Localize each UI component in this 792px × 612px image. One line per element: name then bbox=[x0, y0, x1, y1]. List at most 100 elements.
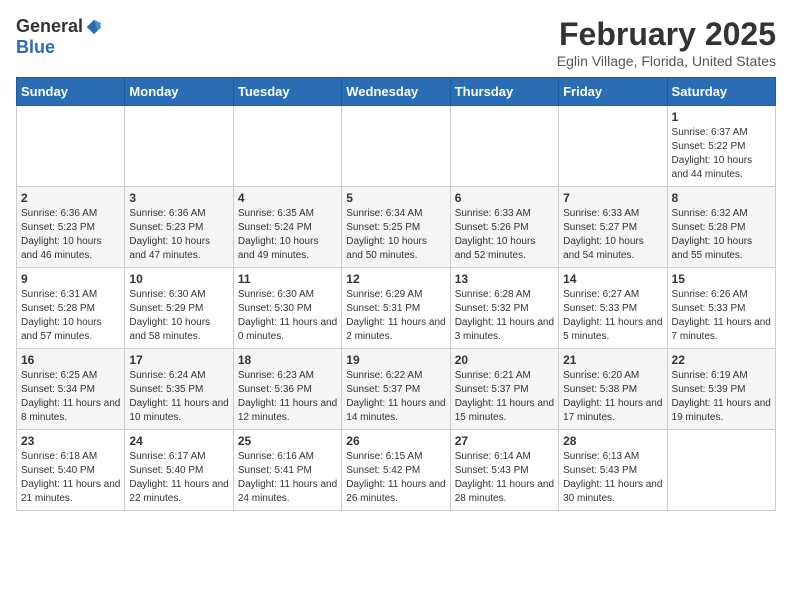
day-info: Sunrise: 6:27 AM Sunset: 5:33 PM Dayligh… bbox=[563, 288, 662, 344]
day-info: Sunrise: 6:21 AM Sunset: 5:37 PM Dayligh… bbox=[455, 369, 554, 425]
logo: General Blue bbox=[16, 16, 103, 58]
day-number: 3 bbox=[129, 191, 228, 205]
calendar-week-row: 9 Sunrise: 6:31 AM Sunset: 5:28 PM Daylig… bbox=[17, 268, 776, 349]
day-number: 23 bbox=[21, 434, 120, 448]
day-info: Sunrise: 6:34 AM Sunset: 5:25 PM Dayligh… bbox=[346, 207, 445, 263]
calendar-cell: 9 Sunrise: 6:31 AM Sunset: 5:28 PM Daylig… bbox=[17, 268, 125, 349]
day-info: Sunrise: 6:29 AM Sunset: 5:31 PM Dayligh… bbox=[346, 288, 445, 344]
calendar-cell: 24 Sunrise: 6:17 AM Sunset: 5:40 PM Dayli… bbox=[125, 430, 233, 511]
calendar-cell: 10Sunrise: 6:30 AM Sunset: 5:29 PM Dayli… bbox=[125, 268, 233, 349]
day-number: 11 bbox=[238, 272, 337, 286]
calendar-cell: 17Sunrise: 6:24 AM Sunset: 5:35 PM Dayli… bbox=[125, 349, 233, 430]
day-info: Sunrise: 6:35 AM Sunset: 5:24 PM Dayligh… bbox=[238, 207, 337, 263]
day-info: Sunrise: 6:23 AM Sunset: 5:36 PM Dayligh… bbox=[238, 369, 337, 425]
day-number: 19 bbox=[346, 353, 445, 367]
calendar-cell: 20Sunrise: 6:21 AM Sunset: 5:37 PM Dayli… bbox=[450, 349, 558, 430]
day-number: 14 bbox=[563, 272, 662, 286]
day-number: 25 bbox=[238, 434, 337, 448]
calendar-week-row: 2Sunrise: 6:36 AM Sunset: 5:23 PM Daylig… bbox=[17, 187, 776, 268]
logo-general-text: General bbox=[16, 16, 83, 37]
calendar-cell: 16 Sunrise: 6:25 AM Sunset: 5:34 PM Dayli… bbox=[17, 349, 125, 430]
logo-blue-text: Blue bbox=[16, 37, 55, 57]
day-info: Sunrise: 6:30 AM Sunset: 5:30 PM Dayligh… bbox=[238, 288, 337, 344]
day-number: 17 bbox=[129, 353, 228, 367]
day-info: Sunrise: 6:37 AM Sunset: 5:22 PM Dayligh… bbox=[672, 126, 771, 182]
calendar-cell bbox=[667, 430, 775, 511]
calendar-cell: 3 Sunrise: 6:36 AM Sunset: 5:23 PM Daylig… bbox=[125, 187, 233, 268]
day-info: Sunrise: 6:36 AM Sunset: 5:23 PM Dayligh… bbox=[129, 207, 228, 263]
title-block: February 2025 Eglin Village, Florida, Un… bbox=[557, 16, 776, 69]
calendar-cell bbox=[342, 106, 450, 187]
day-number: 21 bbox=[563, 353, 662, 367]
day-number: 15 bbox=[672, 272, 771, 286]
calendar-cell: 21 Sunrise: 6:20 AM Sunset: 5:38 PM Dayli… bbox=[559, 349, 667, 430]
day-info: Sunrise: 6:36 AM Sunset: 5:23 PM Dayligh… bbox=[21, 207, 120, 263]
day-number: 24 bbox=[129, 434, 228, 448]
day-info: Sunrise: 6:22 AM Sunset: 5:37 PM Dayligh… bbox=[346, 369, 445, 425]
day-info: Sunrise: 6:13 AM Sunset: 5:43 PM Dayligh… bbox=[563, 450, 662, 506]
calendar-cell: 22 Sunrise: 6:19 AM Sunset: 5:39 PM Dayli… bbox=[667, 349, 775, 430]
calendar-cell: 13Sunrise: 6:28 AM Sunset: 5:32 PM Dayli… bbox=[450, 268, 558, 349]
page-header: General Blue February 2025 Eglin Village… bbox=[16, 16, 776, 69]
calendar-cell: 23 Sunrise: 6:18 AM Sunset: 5:40 PM Dayli… bbox=[17, 430, 125, 511]
calendar-week-row: 16 Sunrise: 6:25 AM Sunset: 5:34 PM Dayli… bbox=[17, 349, 776, 430]
calendar-cell: 4Sunrise: 6:35 AM Sunset: 5:24 PM Daylig… bbox=[233, 187, 341, 268]
day-number: 28 bbox=[563, 434, 662, 448]
calendar-cell: 2Sunrise: 6:36 AM Sunset: 5:23 PM Daylig… bbox=[17, 187, 125, 268]
day-info: Sunrise: 6:20 AM Sunset: 5:38 PM Dayligh… bbox=[563, 369, 662, 425]
calendar-day-header: Wednesday bbox=[342, 78, 450, 106]
day-number: 1 bbox=[672, 110, 771, 124]
day-number: 7 bbox=[563, 191, 662, 205]
day-info: Sunrise: 6:15 AM Sunset: 5:42 PM Dayligh… bbox=[346, 450, 445, 506]
calendar-cell bbox=[17, 106, 125, 187]
day-number: 16 bbox=[21, 353, 120, 367]
day-info: Sunrise: 6:14 AM Sunset: 5:43 PM Dayligh… bbox=[455, 450, 554, 506]
day-number: 8 bbox=[672, 191, 771, 205]
day-number: 18 bbox=[238, 353, 337, 367]
calendar-week-row: 23 Sunrise: 6:18 AM Sunset: 5:40 PM Dayli… bbox=[17, 430, 776, 511]
day-number: 12 bbox=[346, 272, 445, 286]
calendar-cell: 18 Sunrise: 6:23 AM Sunset: 5:36 PM Dayli… bbox=[233, 349, 341, 430]
calendar-day-header: Saturday bbox=[667, 78, 775, 106]
day-info: Sunrise: 6:17 AM Sunset: 5:40 PM Dayligh… bbox=[129, 450, 228, 506]
calendar-week-row: 1 Sunrise: 6:37 AM Sunset: 5:22 PM Daylig… bbox=[17, 106, 776, 187]
logo-icon bbox=[85, 18, 103, 36]
calendar-cell: 5 Sunrise: 6:34 AM Sunset: 5:25 PM Daylig… bbox=[342, 187, 450, 268]
calendar-day-header: Monday bbox=[125, 78, 233, 106]
day-info: Sunrise: 6:18 AM Sunset: 5:40 PM Dayligh… bbox=[21, 450, 120, 506]
location-title: Eglin Village, Florida, United States bbox=[557, 53, 776, 69]
calendar-cell bbox=[125, 106, 233, 187]
calendar-cell bbox=[559, 106, 667, 187]
calendar-day-header: Thursday bbox=[450, 78, 558, 106]
calendar-cell: 28 Sunrise: 6:13 AM Sunset: 5:43 PM Dayli… bbox=[559, 430, 667, 511]
day-info: Sunrise: 6:33 AM Sunset: 5:27 PM Dayligh… bbox=[563, 207, 662, 263]
day-number: 6 bbox=[455, 191, 554, 205]
calendar-cell: 26 Sunrise: 6:15 AM Sunset: 5:42 PM Dayli… bbox=[342, 430, 450, 511]
day-number: 13 bbox=[455, 272, 554, 286]
day-number: 27 bbox=[455, 434, 554, 448]
calendar-cell: 7 Sunrise: 6:33 AM Sunset: 5:27 PM Daylig… bbox=[559, 187, 667, 268]
calendar-cell: 19 Sunrise: 6:22 AM Sunset: 5:37 PM Dayli… bbox=[342, 349, 450, 430]
day-info: Sunrise: 6:31 AM Sunset: 5:28 PM Dayligh… bbox=[21, 288, 120, 344]
day-info: Sunrise: 6:32 AM Sunset: 5:28 PM Dayligh… bbox=[672, 207, 771, 263]
calendar-cell: 14 Sunrise: 6:27 AM Sunset: 5:33 PM Dayli… bbox=[559, 268, 667, 349]
calendar-cell bbox=[450, 106, 558, 187]
calendar-table: SundayMondayTuesdayWednesdayThursdayFrid… bbox=[16, 77, 776, 511]
calendar-day-header: Sunday bbox=[17, 78, 125, 106]
calendar-cell: 25Sunrise: 6:16 AM Sunset: 5:41 PM Dayli… bbox=[233, 430, 341, 511]
month-title: February 2025 bbox=[557, 16, 776, 53]
day-info: Sunrise: 6:19 AM Sunset: 5:39 PM Dayligh… bbox=[672, 369, 771, 425]
day-number: 9 bbox=[21, 272, 120, 286]
calendar-cell: 11 Sunrise: 6:30 AM Sunset: 5:30 PM Dayli… bbox=[233, 268, 341, 349]
day-number: 5 bbox=[346, 191, 445, 205]
day-number: 26 bbox=[346, 434, 445, 448]
calendar-header-row: SundayMondayTuesdayWednesdayThursdayFrid… bbox=[17, 78, 776, 106]
day-number: 22 bbox=[672, 353, 771, 367]
calendar-cell: 12 Sunrise: 6:29 AM Sunset: 5:31 PM Dayli… bbox=[342, 268, 450, 349]
calendar-cell: 8 Sunrise: 6:32 AM Sunset: 5:28 PM Daylig… bbox=[667, 187, 775, 268]
calendar-cell: 27 Sunrise: 6:14 AM Sunset: 5:43 PM Dayli… bbox=[450, 430, 558, 511]
calendar-cell: 6Sunrise: 6:33 AM Sunset: 5:26 PM Daylig… bbox=[450, 187, 558, 268]
day-info: Sunrise: 6:30 AM Sunset: 5:29 PM Dayligh… bbox=[129, 288, 228, 344]
calendar-day-header: Friday bbox=[559, 78, 667, 106]
day-info: Sunrise: 6:25 AM Sunset: 5:34 PM Dayligh… bbox=[21, 369, 120, 425]
